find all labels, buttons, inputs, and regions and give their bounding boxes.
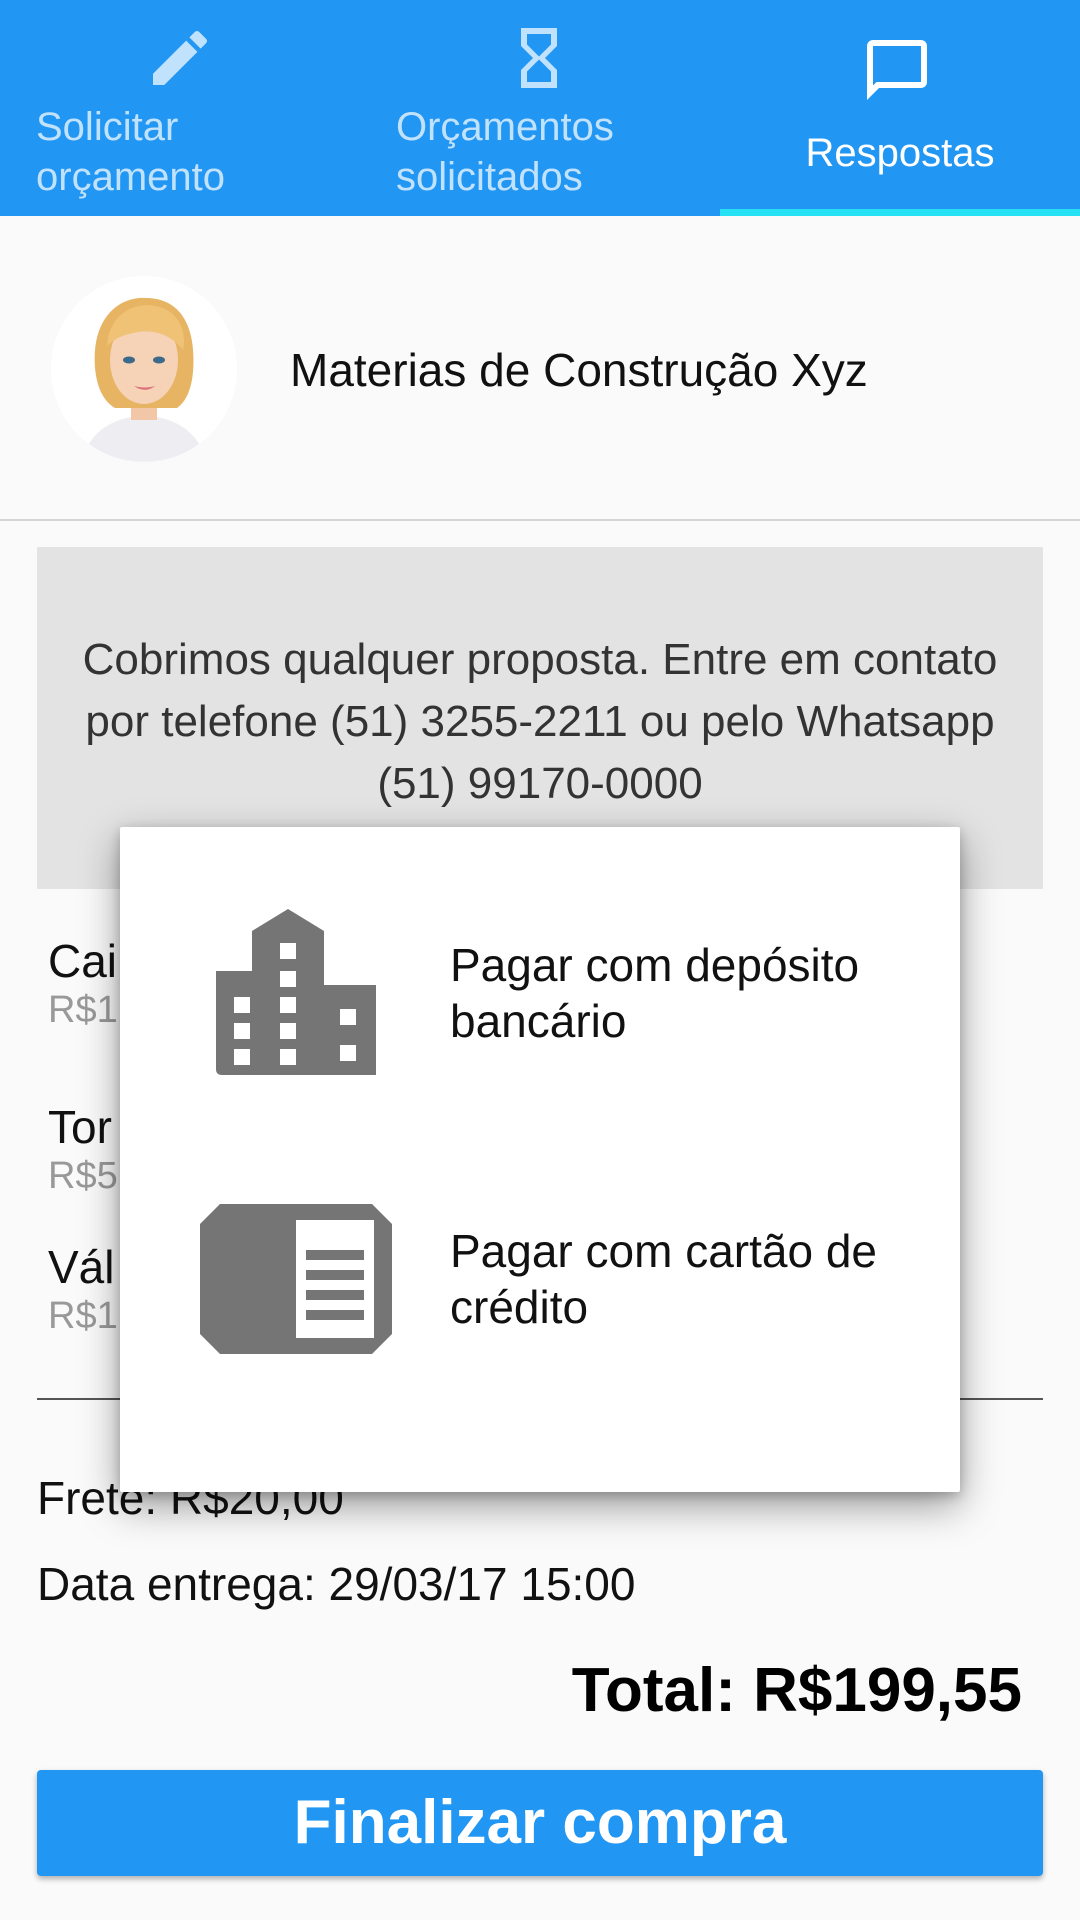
pay-credit-card-option[interactable]: Pagar com cartão de crédito bbox=[120, 1177, 960, 1477]
tab-responses[interactable]: Respostas bbox=[720, 0, 1080, 216]
tab-label-request-quote: Solicitar orçamento bbox=[36, 105, 225, 199]
supplier-name: Materias de Construção Xyz bbox=[290, 344, 868, 396]
tab-label-responses: Respostas bbox=[805, 131, 995, 175]
payment-method-dialog: Pagar com depósito bancário Pagar com ca… bbox=[120, 827, 960, 1492]
tab-label-requested-quotes: Orçamentos solicitados bbox=[396, 105, 614, 199]
app-screen: Solicitar orçamento Orçamentos solicitad… bbox=[0, 0, 1080, 1920]
item-price: R$1 bbox=[48, 989, 118, 1031]
list-item: Tor R$5 bbox=[48, 1100, 118, 1198]
delivery-date: Data entrega: 29/03/17 15:00 bbox=[37, 1558, 636, 1610]
item-name: Cai bbox=[48, 935, 118, 987]
pencil-icon bbox=[144, 22, 216, 94]
item-price: R$1 bbox=[48, 1295, 118, 1337]
supplier-header: Materias de Construção Xyz bbox=[0, 216, 1080, 521]
avatar bbox=[51, 276, 237, 462]
list-item: Vál R$1 bbox=[48, 1240, 118, 1338]
active-tab-indicator bbox=[720, 209, 1080, 216]
bank-deposit-label: Pagar com depósito bancário bbox=[450, 939, 860, 1047]
tab-request-quote[interactable]: Solicitar orçamento bbox=[0, 0, 360, 216]
list-item: Cai R$1 bbox=[48, 934, 118, 1032]
credit-card-icon bbox=[200, 1204, 392, 1354]
bank-building-icon bbox=[216, 909, 376, 1075]
total-value: Total: R$199,55 bbox=[571, 1656, 1022, 1725]
finalize-purchase-button[interactable]: Finalizar compra bbox=[37, 1770, 1043, 1876]
item-price: R$5 bbox=[48, 1155, 118, 1197]
hourglass-icon bbox=[503, 22, 575, 94]
tab-bar: Solicitar orçamento Orçamentos solicitad… bbox=[0, 0, 1080, 216]
tab-requested-quotes[interactable]: Orçamentos solicitados bbox=[360, 0, 720, 216]
credit-card-label: Pagar com cartão de crédito bbox=[450, 1225, 878, 1333]
item-name: Tor bbox=[48, 1101, 112, 1153]
chat-bubble-icon bbox=[861, 34, 933, 106]
item-name: Vál bbox=[48, 1241, 115, 1293]
pay-bank-deposit-option[interactable]: Pagar com depósito bancário bbox=[120, 857, 960, 1157]
